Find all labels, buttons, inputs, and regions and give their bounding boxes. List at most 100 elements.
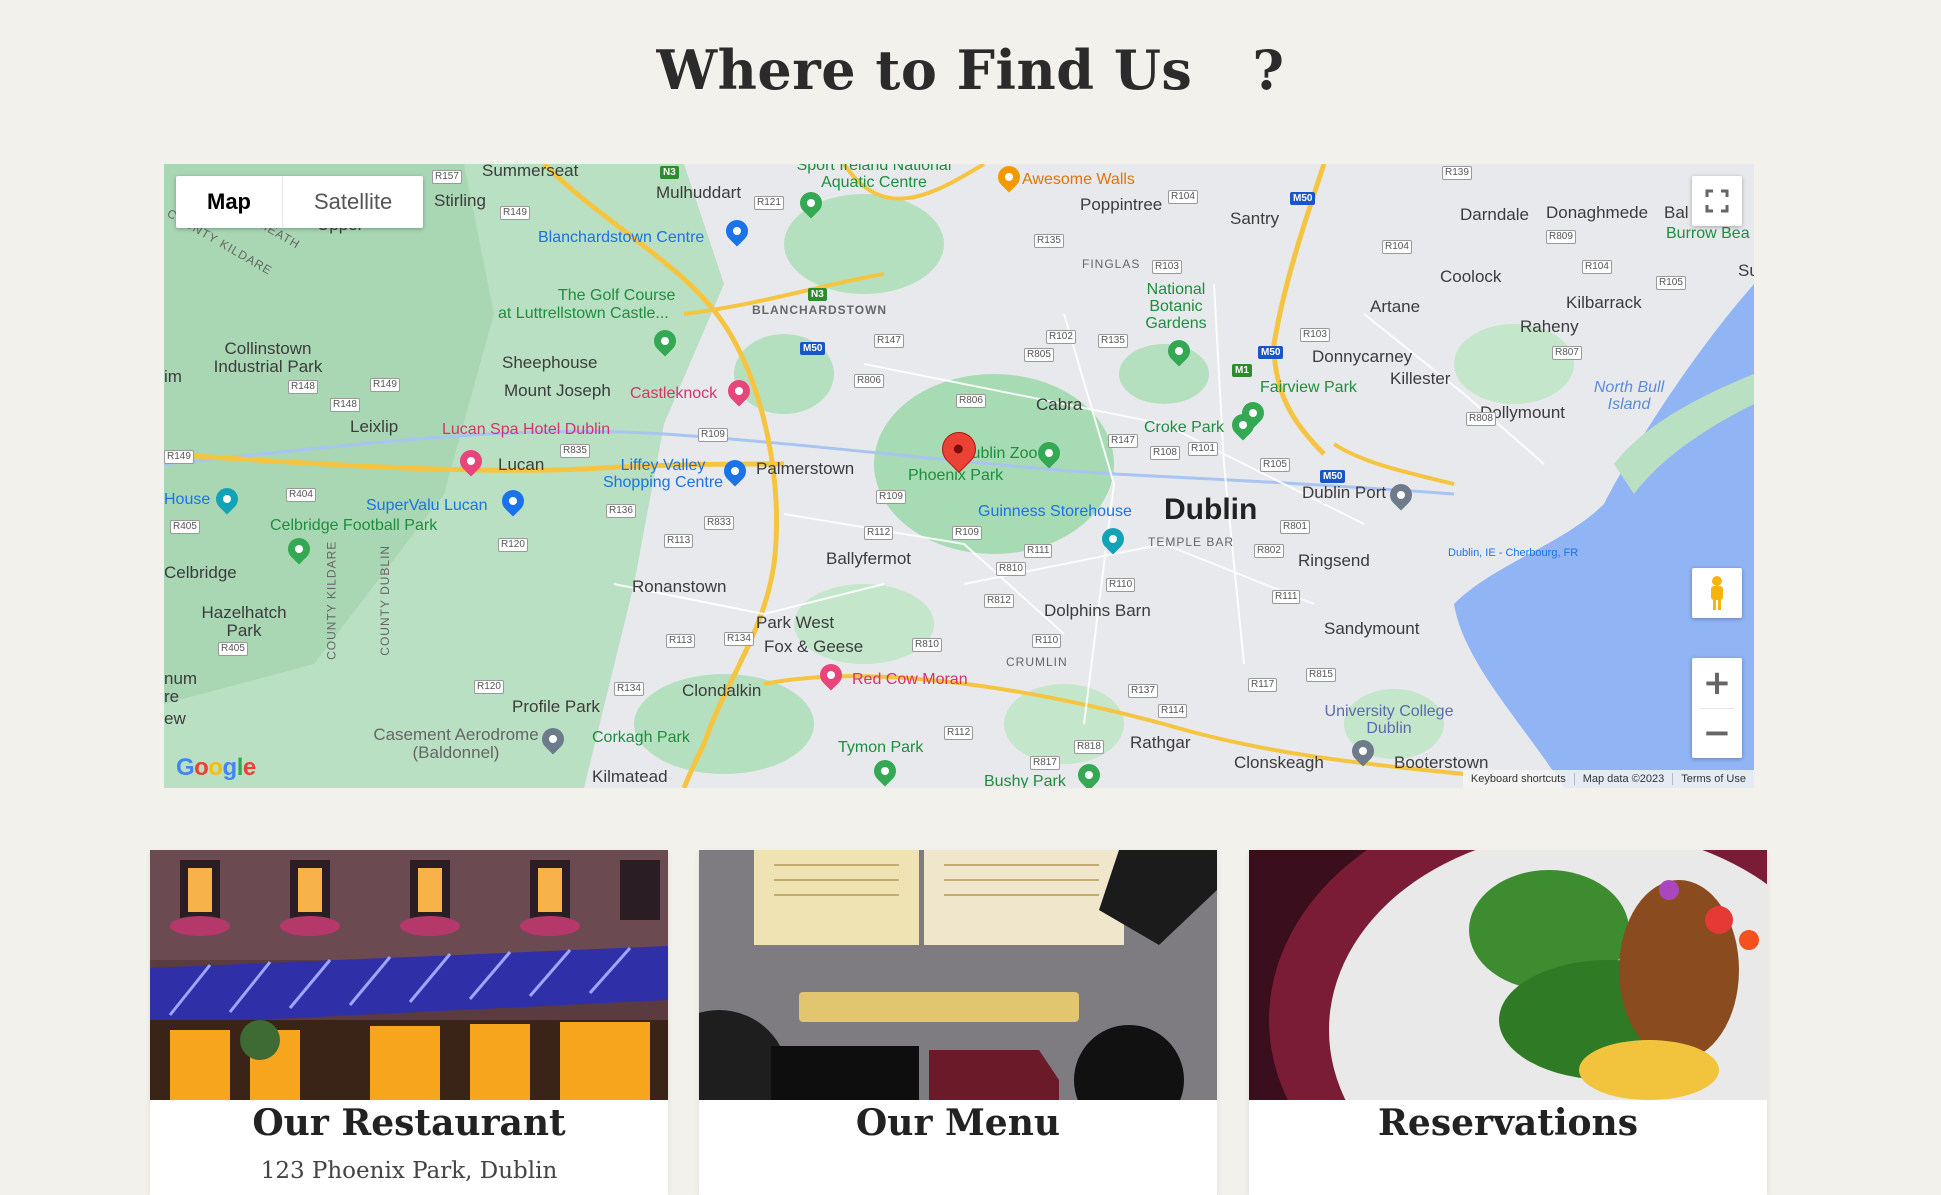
road-shield: R112 <box>864 526 894 540</box>
road-shield: R109 <box>698 428 728 442</box>
map-label-ballyfermot: Ballyfermot <box>826 549 912 568</box>
road-shield: R105 <box>1656 276 1686 290</box>
fullscreen-button[interactable] <box>1692 176 1742 226</box>
map-label-summerseat: Summerseat <box>482 164 579 180</box>
road-shield: R108 <box>1150 446 1180 460</box>
road-shield: R120 <box>474 680 504 694</box>
road-shield: R103 <box>1152 260 1182 274</box>
map-label-liffey: Liffey Valley Shopping Centre <box>602 457 724 491</box>
map-label-croke: Croke Park <box>1144 419 1225 436</box>
map-label-county-dublin: COUNTY DUBLIN <box>378 544 393 656</box>
street-view-button[interactable] <box>1692 568 1742 618</box>
card-title: Our Menu <box>855 1102 1061 1144</box>
motorway-shield: M50 <box>800 342 826 355</box>
map-label-fox: Fox & Geese <box>764 637 864 656</box>
map-label-supervalu: SuperValu Lucan <box>366 497 488 514</box>
card-title: Our Restaurant <box>252 1102 566 1144</box>
map-label-national-botanic: National Botanic Gardens <box>1145 281 1207 332</box>
question-icon: ? <box>1252 38 1285 102</box>
road-shield: R802 <box>1254 544 1284 558</box>
terms-link[interactable]: Terms of Use <box>1673 773 1754 785</box>
map-label-stirling: Stirling <box>434 191 486 210</box>
road-shield: R113 <box>666 634 696 648</box>
card-menu[interactable]: Our Menu <box>699 850 1217 1195</box>
map-footer: Keyboard shortcuts Map data ©2023 Terms … <box>1462 770 1754 788</box>
map-label-burrow: Burrow Bea <box>1666 225 1750 242</box>
map-type-control[interactable]: Map Satellite <box>176 176 424 228</box>
zoom-in-button[interactable]: + <box>1692 658 1742 708</box>
map-label-cabra: Cabra <box>1036 395 1083 414</box>
map-label-golf-1: The Golf Course <box>558 287 676 304</box>
road-shield: R801 <box>1280 520 1310 534</box>
road-shield: R120 <box>498 538 528 552</box>
zoom-out-button[interactable]: − <box>1692 708 1742 758</box>
road-shield: R810 <box>912 638 942 652</box>
map-label-crumlin: CRUMLIN <box>1006 655 1068 669</box>
road-shield: R809 <box>1546 230 1576 244</box>
road-shield: R113 <box>664 534 694 548</box>
road-shield: R148 <box>288 380 318 394</box>
map-label-collinstown: Collinstown Industrial Park <box>213 339 323 376</box>
map-label-hazelhatch: Hazelhatch Park <box>201 603 287 640</box>
road-shield: R110 <box>1106 578 1136 592</box>
map-label-sheephouse: Sheephouse <box>502 353 598 372</box>
map-label-coolock: Coolock <box>1440 267 1502 286</box>
map-tab-satellite[interactable]: Satellite <box>283 176 423 228</box>
road-shield: R135 <box>1034 234 1064 248</box>
map-label-clondalkin: Clondalkin <box>682 681 762 700</box>
road-shield: R818 <box>1074 740 1104 754</box>
road-shield: R109 <box>952 526 982 540</box>
map-label-blanchardstown-centre: Blanchardstown Centre <box>538 229 705 246</box>
road-shield: R104 <box>1582 260 1612 274</box>
motorway-shield: M50 <box>1320 470 1346 483</box>
map-tab-map[interactable]: Map <box>176 176 283 228</box>
road-shield: R805 <box>1024 348 1054 362</box>
map-label-castleknock: Castleknock <box>630 385 718 402</box>
map-label-ronanstown: Ronanstown <box>632 577 727 596</box>
road-shield: R405 <box>170 520 200 534</box>
road-shield: R104 <box>1382 240 1412 254</box>
road-shield: R112 <box>944 726 974 740</box>
heading-text: Where to Find Us <box>656 38 1193 102</box>
map-label-dolphins: Dolphins Barn <box>1044 601 1151 620</box>
map-label-profile: Profile Park <box>512 697 600 716</box>
road-shield: R147 <box>874 334 904 348</box>
road-shield: R117 <box>1248 678 1278 692</box>
map-label-santry: Santry <box>1230 209 1280 228</box>
map-label-county-kildare: COUNTY KILDARE <box>324 540 339 660</box>
map-data-text: Map data ©2023 <box>1575 773 1674 785</box>
road-shield: R807 <box>1552 346 1582 360</box>
road-shield: R806 <box>854 374 884 388</box>
map-label-ringsend: Ringsend <box>1298 551 1370 570</box>
menu-image <box>699 850 1217 1100</box>
zoom-control[interactable]: + − <box>1692 658 1742 758</box>
map-label-artane: Artane <box>1370 297 1421 316</box>
road-shield: R109 <box>876 490 906 504</box>
road-shield: R148 <box>330 398 360 412</box>
map-label-leixlip: Leixlip <box>350 417 399 436</box>
map-label-celbridge: Celbridge <box>164 563 237 582</box>
page-heading: Where to Find Us? <box>0 38 1941 102</box>
road-shield: R815 <box>1306 668 1336 682</box>
motorway-shield: M50 <box>1290 192 1316 205</box>
road-shield: R134 <box>614 682 644 696</box>
motorway-shield: M50 <box>1258 346 1284 359</box>
map-label-finglas: FINGLAS <box>1082 257 1141 271</box>
map-embed[interactable]: Summerseat Mulhuddart Sport Ireland Nati… <box>164 164 1754 788</box>
road-shield: R111 <box>1024 544 1053 558</box>
road-shield: R139 <box>1442 166 1472 180</box>
road-shield: R404 <box>286 488 316 502</box>
map-label-su: Su <box>1738 261 1754 280</box>
road-shield: R114 <box>1158 704 1188 718</box>
map-label-sandymount: Sandymount <box>1324 619 1420 638</box>
keyboard-shortcuts-link[interactable]: Keyboard shortcuts <box>1463 773 1575 785</box>
road-shield: R147 <box>1108 434 1138 448</box>
road-shield: R405 <box>218 642 248 656</box>
map-label-bal: Bal <box>1664 203 1689 222</box>
card-reservations[interactable]: Reservations <box>1249 850 1767 1195</box>
map-label-darndale: Darndale <box>1460 205 1529 224</box>
road-shield: R101 <box>1188 442 1218 456</box>
road-shield: R110 <box>1032 634 1062 648</box>
map-label-fairview: Fairview Park <box>1260 379 1357 396</box>
card-restaurant[interactable]: Our Restaurant 123 Phoenix Park, Dublin <box>150 850 668 1195</box>
